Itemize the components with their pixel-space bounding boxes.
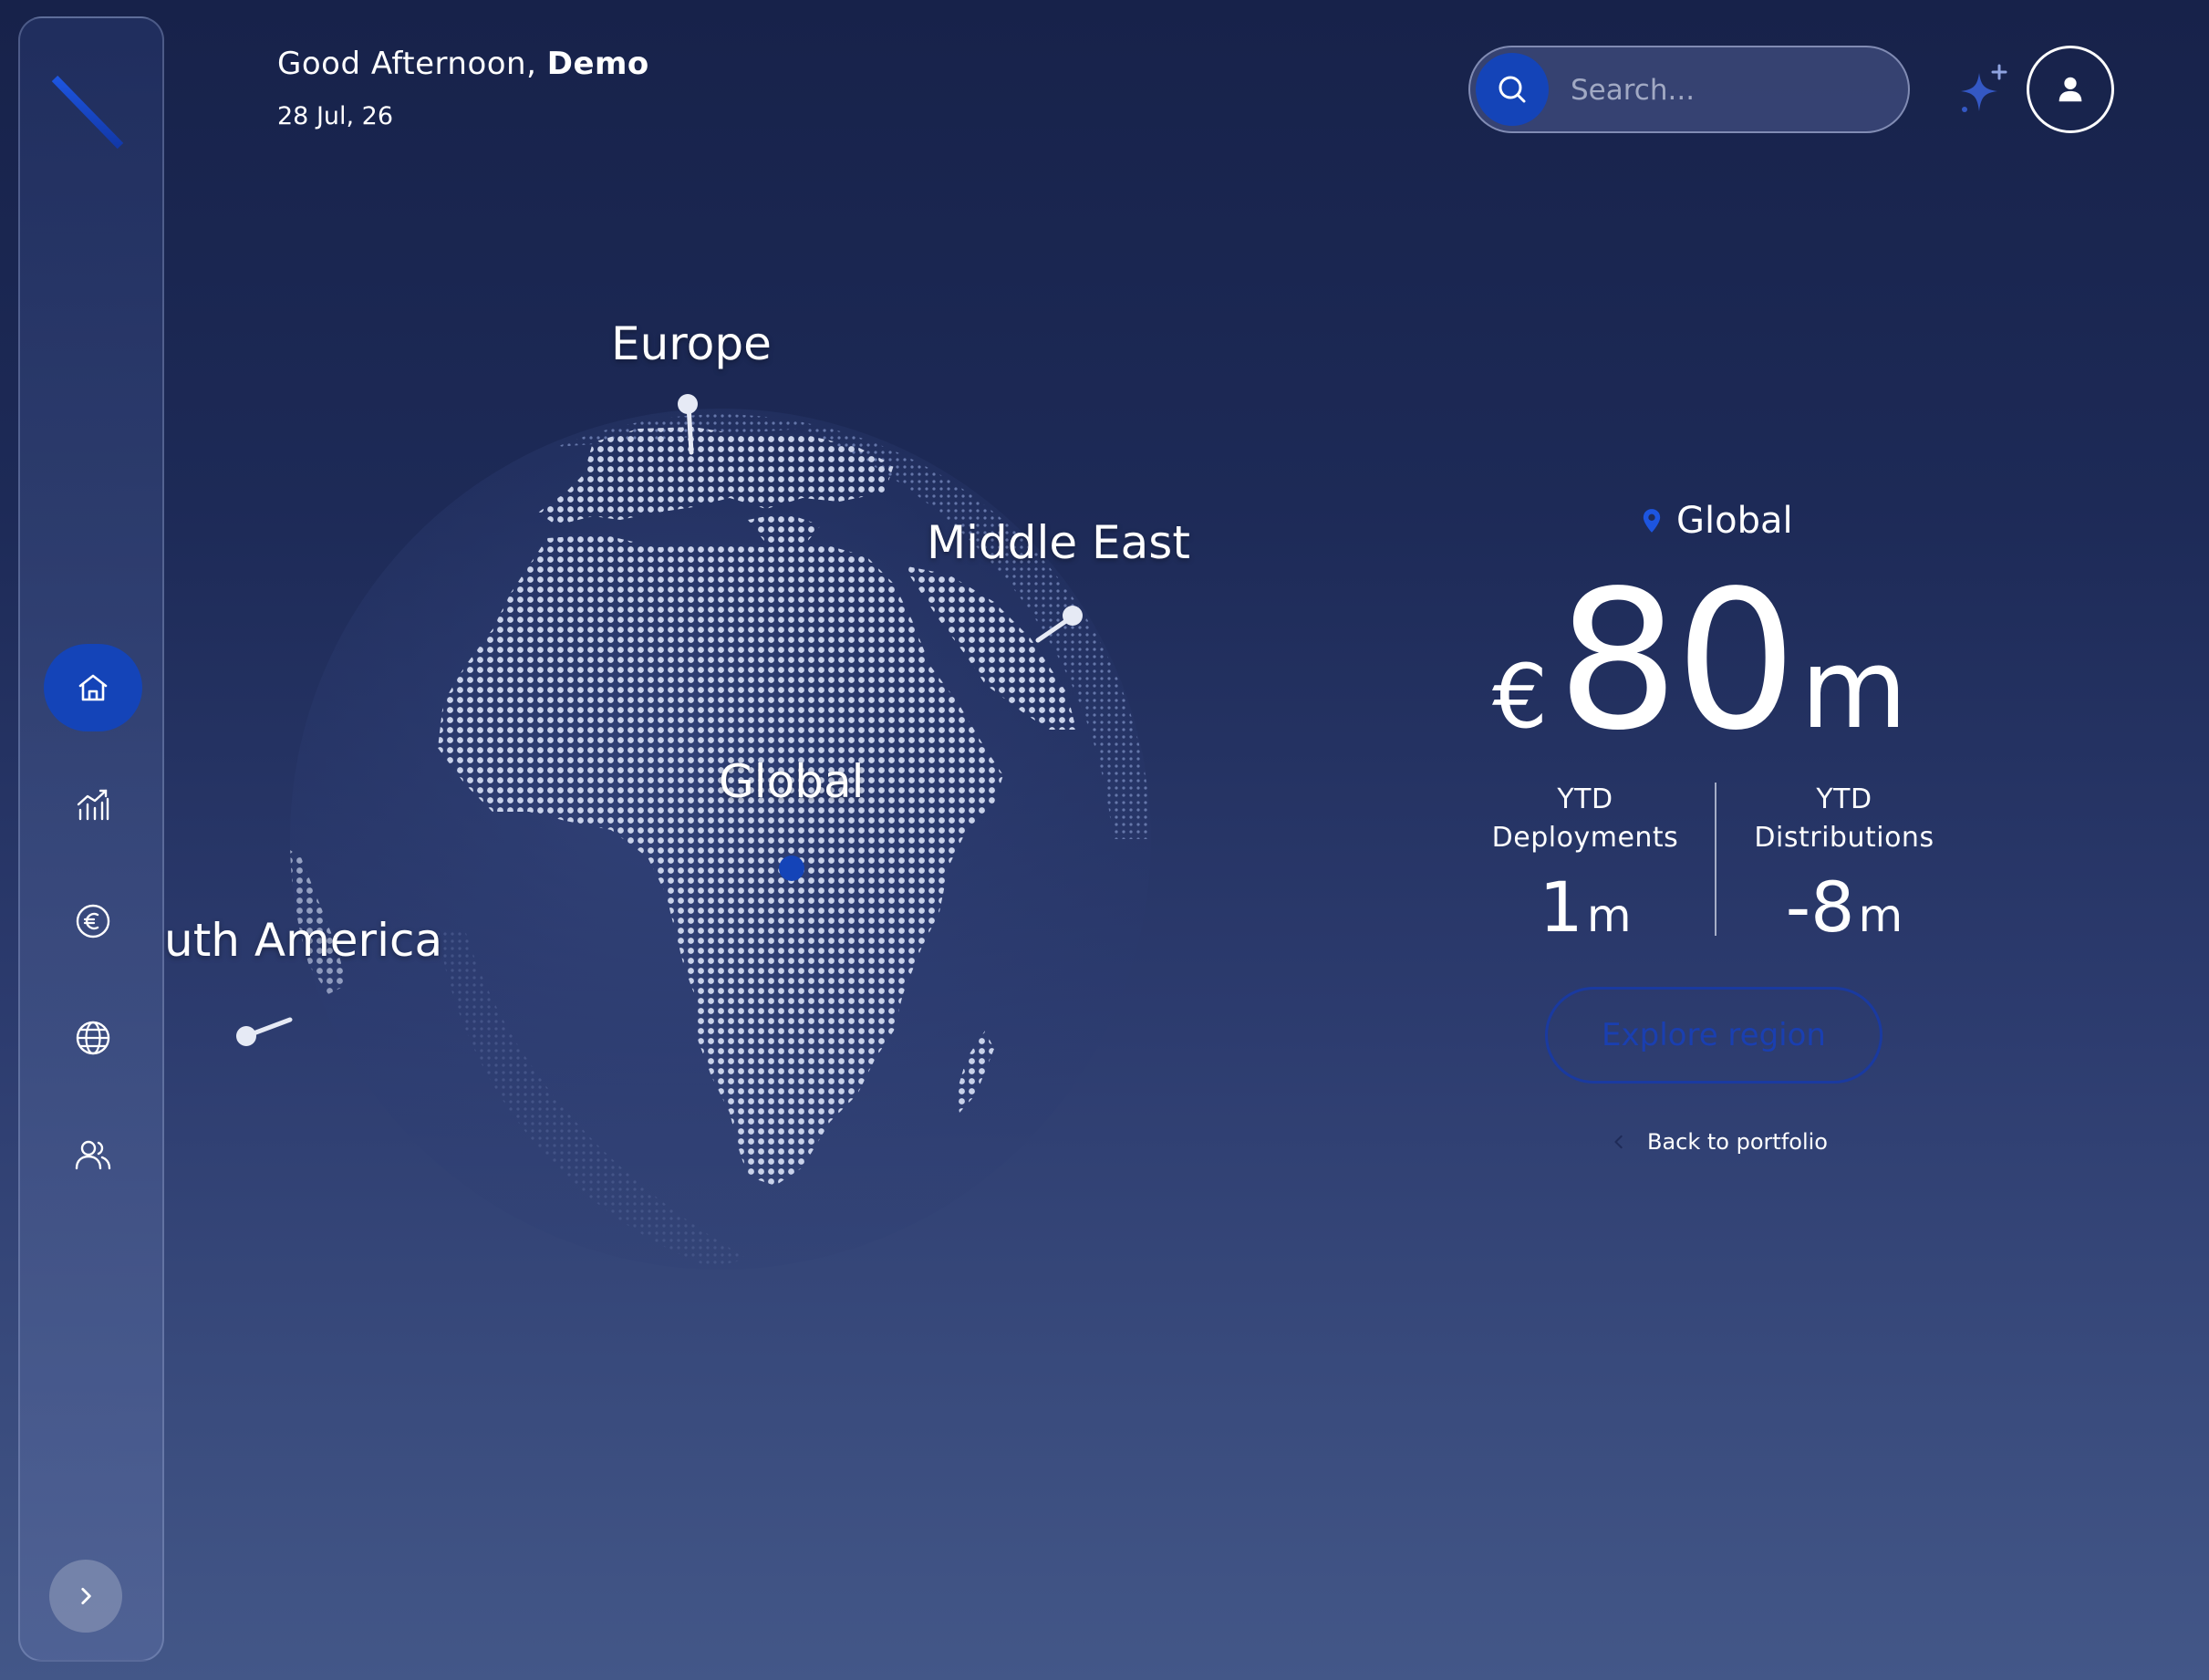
chevron-left-icon — [1614, 1135, 1623, 1149]
chevron-right-icon — [81, 1588, 91, 1604]
ytd-distributions-label-2: Distributions — [1754, 822, 1934, 854]
label-global[interactable]: Global — [719, 755, 865, 808]
location-pin-icon — [1643, 509, 1661, 533]
greeting: Good Afternoon, Demo — [277, 46, 649, 82]
sparkle-icon — [1961, 64, 2007, 112]
search-input[interactable] — [1571, 67, 1881, 113]
profile-button[interactable] — [2027, 46, 2114, 133]
globe — [236, 394, 1151, 1270]
ytd-deployments-value: 1 — [1539, 866, 1583, 948]
chart-icon — [77, 789, 109, 821]
ytd-deployments: YTD Deployments 1 m — [1457, 781, 1713, 948]
euro-icon — [76, 904, 110, 939]
currency-symbol: € — [1492, 646, 1549, 748]
total-value: € 80 m — [1492, 565, 1907, 757]
label-middle-east[interactable]: Middle East — [927, 516, 1190, 569]
sidebar-item-people[interactable] — [44, 1111, 142, 1198]
ytd-distributions-unit: m — [1858, 889, 1903, 942]
sidebar — [18, 16, 164, 1662]
total-value-unit: m — [1800, 627, 1908, 753]
label-south-america[interactable]: uth America — [164, 914, 442, 967]
ytd-deployments-label-2: Deployments — [1491, 822, 1679, 854]
explore-region-button[interactable]: Explore region — [1545, 987, 1882, 1084]
ytd-distributions-label-1: YTD — [1816, 783, 1872, 815]
sidebar-item-finance[interactable] — [44, 877, 142, 965]
users-icon — [75, 1140, 111, 1170]
user-icon — [2059, 77, 2082, 102]
greeting-text: Good Afternoon, — [277, 46, 537, 82]
selected-region: Global — [1642, 500, 1793, 542]
search-button[interactable] — [1476, 53, 1549, 126]
sidebar-item-performance[interactable] — [44, 761, 142, 848]
globe-visual[interactable]: Europe Middle East Global uth America — [164, 274, 1240, 1322]
search-bar — [1468, 46, 1910, 133]
globe-icon — [76, 1021, 110, 1055]
app-logo[interactable] — [46, 62, 140, 157]
expand-sidebar-button[interactable] — [49, 1560, 122, 1633]
current-date: 28 Jul, 26 — [277, 102, 394, 130]
search-icon — [1499, 76, 1526, 103]
pin-south-america[interactable] — [236, 1017, 293, 1046]
sidebar-item-home[interactable] — [44, 644, 142, 731]
home-icon — [78, 674, 108, 701]
back-to-portfolio-label: Back to portfolio — [1647, 1129, 1828, 1155]
ai-assistant-button[interactable] — [1952, 60, 2016, 124]
back-to-portfolio-link[interactable]: Back to portfolio — [1613, 1129, 1828, 1155]
total-value-number: 80 — [1557, 549, 1797, 773]
label-europe[interactable]: Europe — [611, 317, 772, 370]
user-name: Demo — [546, 46, 649, 82]
ytd-distributions-value: -8 — [1785, 866, 1855, 948]
ytd-deployments-unit: m — [1586, 889, 1632, 942]
sidebar-item-regions[interactable] — [44, 994, 142, 1082]
ytd-deployments-label-1: YTD — [1557, 783, 1613, 815]
pin-global[interactable] — [779, 856, 804, 881]
selected-region-label: Global — [1676, 500, 1793, 542]
ytd-distributions: YTD Distributions -8 m — [1716, 781, 1972, 948]
